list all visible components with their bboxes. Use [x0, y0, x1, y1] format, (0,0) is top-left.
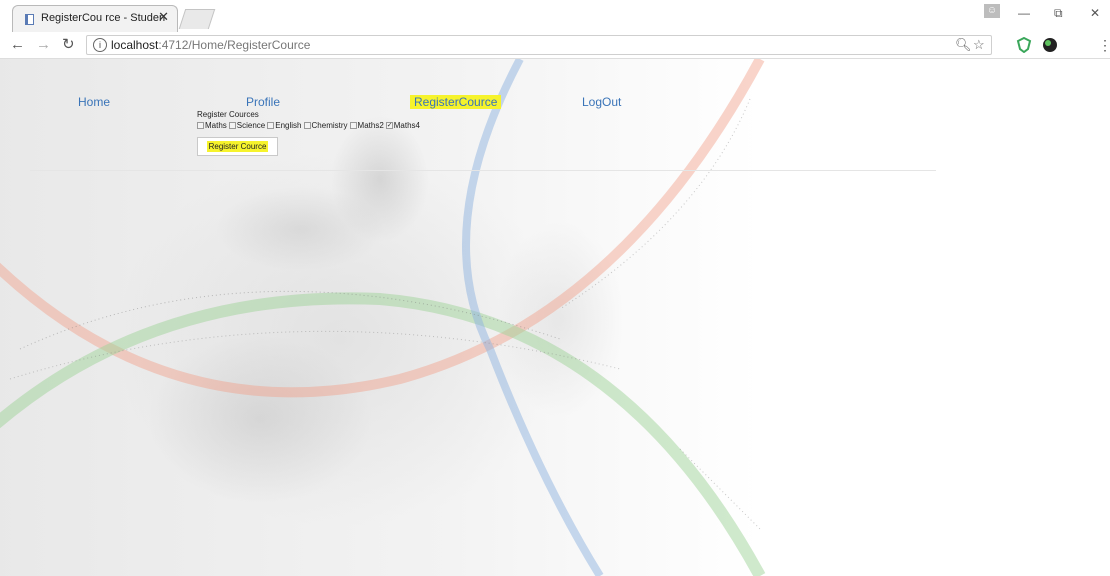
nav-link-profile[interactable]: Profile	[246, 95, 280, 109]
checkbox-maths[interactable]	[197, 122, 204, 129]
checkbox-science[interactable]	[228, 122, 236, 129]
zoom-icon[interactable]: 🔍︎	[955, 37, 972, 53]
course-option[interactable]: Chemistry	[303, 121, 348, 130]
back-arrow-icon[interactable]: ←	[10, 37, 25, 53]
course-label: Maths4	[393, 121, 420, 130]
url-bar[interactable]: i localhost:4712/Home/RegisterCource 🔍︎ …	[86, 35, 992, 55]
reload-icon[interactable]: ↻	[62, 37, 75, 53]
browser-tab[interactable]: RegisterCou rce - Studen ✕	[12, 5, 178, 32]
profile-icon[interactable]: ☺	[984, 4, 1000, 18]
course-label: Maths2	[357, 121, 384, 130]
tab-title: RegisterCou rce - Studen	[41, 12, 166, 24]
forward-arrow-icon[interactable]: →	[36, 37, 51, 53]
course-option[interactable]: Science	[228, 121, 266, 130]
info-icon[interactable]: i	[93, 38, 107, 52]
address-toolbar: ← → ↻ i localhost:4712/Home/RegisterCour…	[0, 33, 1110, 59]
checkbox-maths4[interactable]: ✓	[385, 122, 393, 129]
url-path: :4712/Home/RegisterCource	[158, 38, 311, 52]
tab-close-icon[interactable]: ✕	[158, 10, 169, 24]
checkbox-chemistry[interactable]	[303, 122, 311, 129]
extension-shield-icon[interactable]	[1016, 37, 1032, 53]
page-favicon-icon	[25, 14, 34, 25]
nav-link-registercource[interactable]: RegisterCource	[410, 95, 502, 109]
url-text[interactable]: localhost:4712/Home/RegisterCource	[111, 38, 310, 52]
extension-circle-icon[interactable]	[1042, 37, 1058, 53]
course-option[interactable]: English	[267, 121, 302, 130]
new-tab-button[interactable]	[178, 9, 216, 29]
course-option[interactable]: Maths2	[349, 121, 384, 130]
nav-link-logout[interactable]: LogOut	[582, 95, 621, 109]
course-option[interactable]: ✓ Maths4	[385, 121, 420, 130]
form-title: Register Cources	[197, 110, 259, 119]
course-label: Chemistry	[311, 121, 348, 130]
url-host: localhost	[111, 38, 159, 52]
checkbox-english[interactable]	[267, 122, 275, 129]
bookmark-star-icon[interactable]: ☆	[973, 37, 985, 53]
browser-titlebar: RegisterCou rce - Studen ✕ ☺ — ⧉ ✕	[0, 0, 1110, 33]
course-option[interactable]: Maths	[197, 121, 227, 130]
background-arcs	[0, 59, 766, 576]
nav-link-home[interactable]: Home	[78, 95, 110, 109]
course-label: English	[275, 121, 302, 130]
course-checkbox-list: Maths Science English Chemistry Maths2 ✓…	[197, 121, 422, 130]
course-label: Science	[236, 121, 266, 130]
minimize-icon[interactable]: —	[1018, 6, 1030, 20]
course-label: Maths	[205, 121, 227, 130]
register-cource-button[interactable]: Register Cource	[197, 137, 278, 156]
page-content: Home Profile RegisterCource LogOut Regis…	[0, 59, 1110, 576]
close-window-icon[interactable]: ✕	[1090, 6, 1100, 20]
menu-kebab-icon[interactable]: ⋮	[1098, 37, 1110, 53]
header-divider	[30, 170, 936, 171]
restore-icon[interactable]: ⧉	[1054, 6, 1063, 21]
checkbox-maths2[interactable]	[349, 122, 357, 129]
register-cource-button-label: Register Cource	[206, 141, 269, 152]
